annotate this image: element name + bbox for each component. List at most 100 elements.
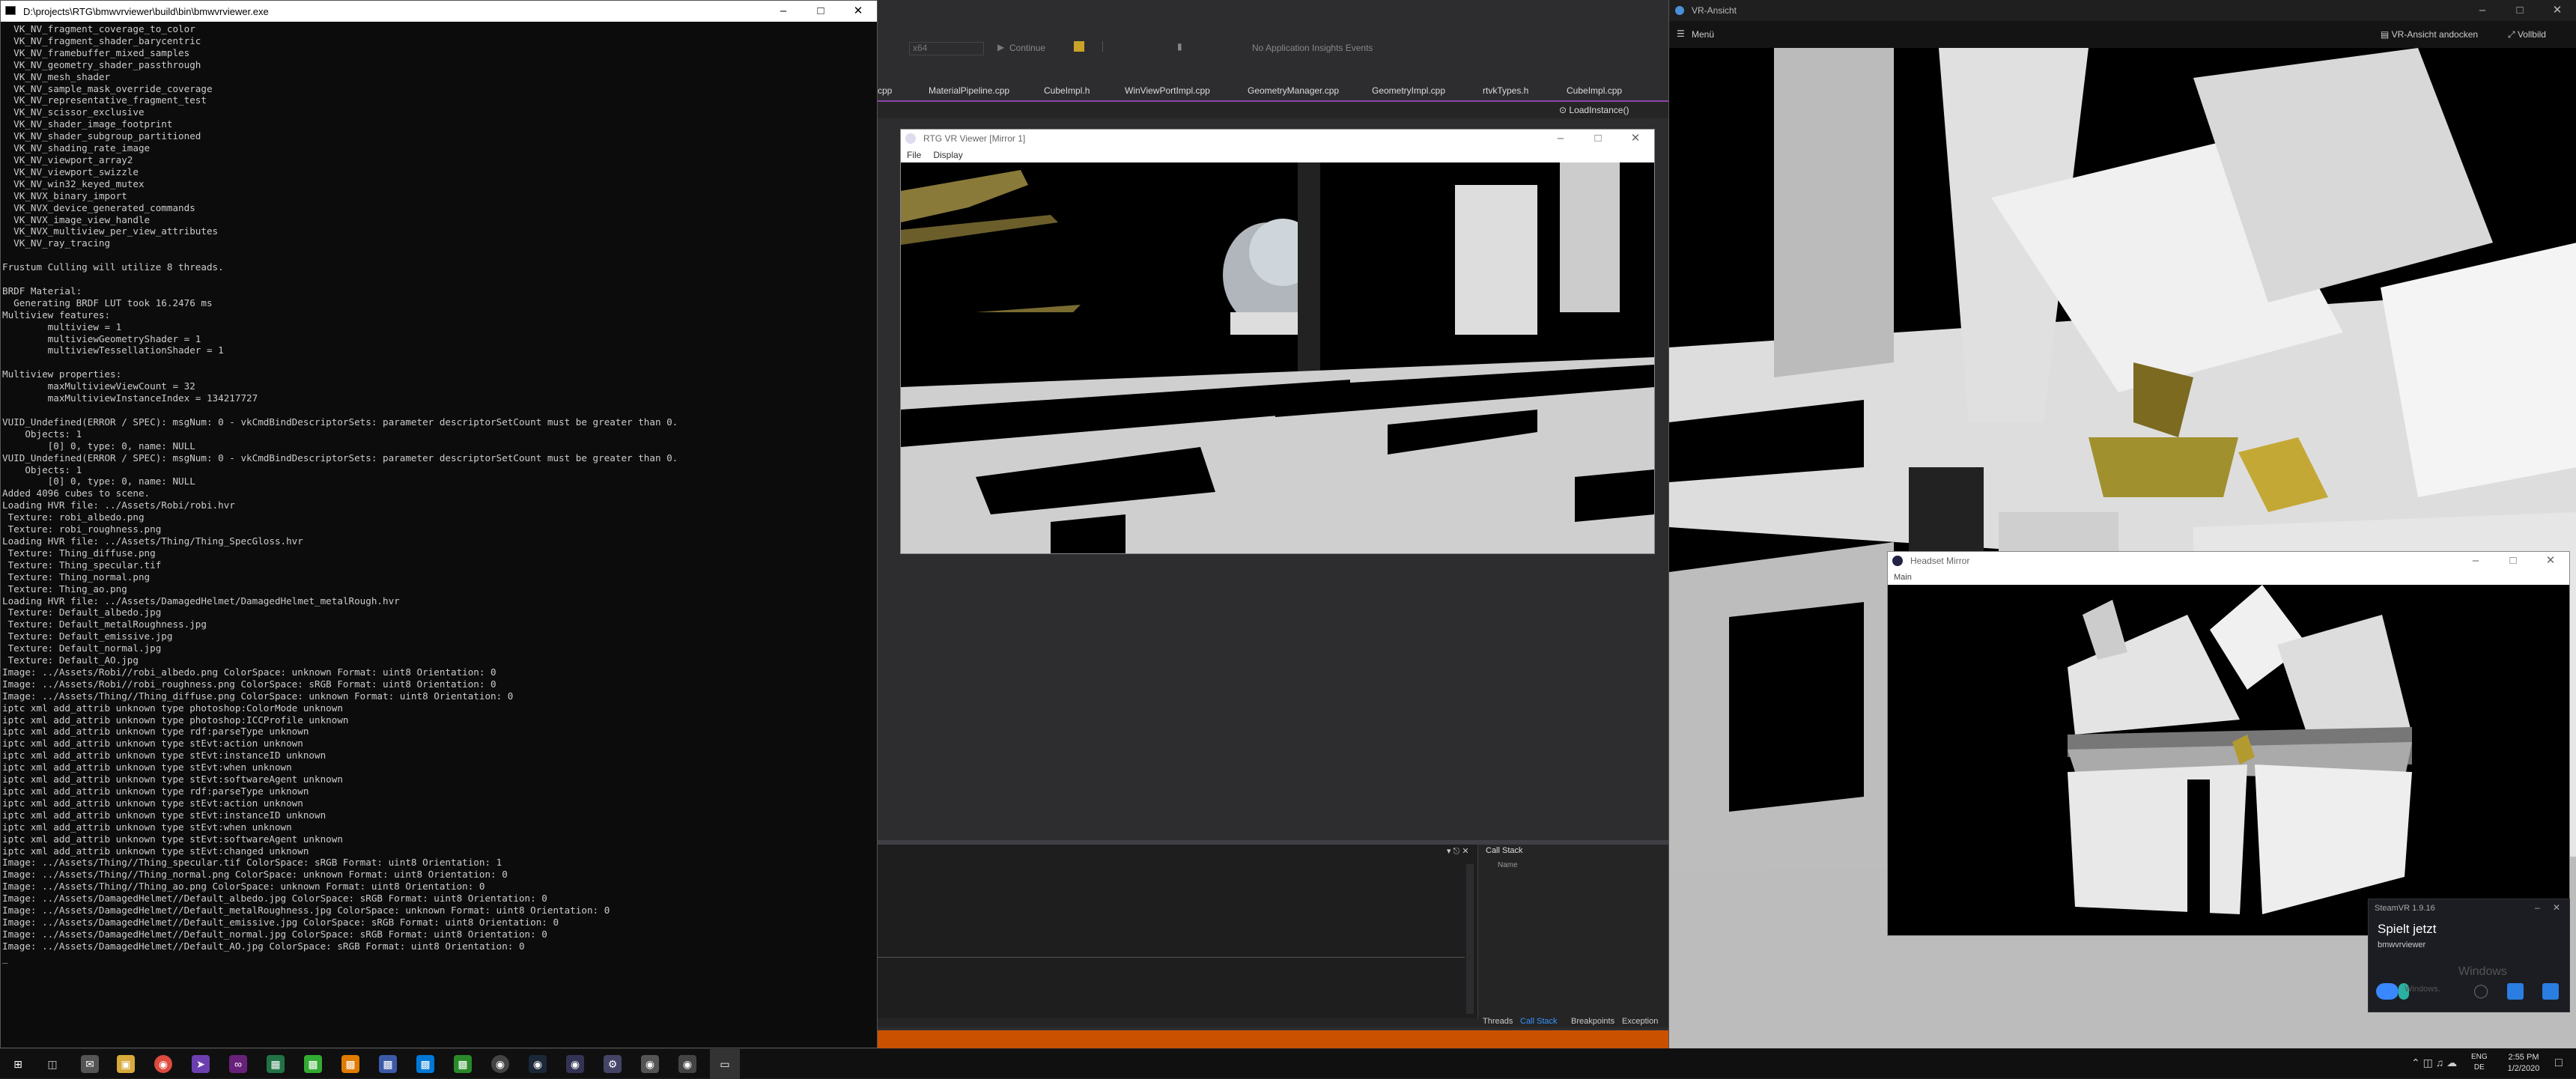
document-tab[interactable]: rtvkTypes.h (1483, 85, 1528, 96)
mail-icon[interactable]: ✉ (81, 1055, 99, 1073)
rtg-title-bar[interactable]: RTG VR Viewer [Mirror 1] – □ ✕ (901, 130, 1654, 148)
vr-menu-button[interactable]: Menü (1692, 29, 1714, 40)
console-line: VUID_Undefined(ERROR / SPEC): msgNum: 0 … (2, 452, 678, 463)
windows-start-icon[interactable]: ⊞ (9, 1055, 27, 1073)
headset-mirror-window[interactable]: Headset Mirror – □ ✕ Main (1887, 551, 2570, 936)
call-stack-title: Call Stack (1486, 846, 1523, 855)
windows-watermark: Windows (2458, 965, 2507, 978)
input-language[interactable]: ENG DE (2471, 1052, 2488, 1073)
chrome-icon[interactable]: ◉ (154, 1055, 172, 1073)
steamvr-icon[interactable]: ◉ (566, 1055, 584, 1073)
insights-button[interactable]: No Application Insights Events (1252, 43, 1373, 53)
rtg-scene-graphic (901, 162, 1654, 553)
close-icon[interactable]: ✕ (2532, 552, 2569, 570)
steamvr-status-popup[interactable]: SteamVR 1.9.16 – ✕ Spielt jetzt bmwvrvie… (2368, 899, 2570, 1012)
console-taskbar-button[interactable]: ▭ (710, 1049, 740, 1079)
app-icon[interactable]: ▩ (379, 1055, 397, 1073)
notifications-icon[interactable]: □ (2555, 1057, 2563, 1070)
platform-dropdown[interactable]: x64 (909, 42, 984, 55)
minimize-icon[interactable]: – (765, 1, 802, 22)
console-window[interactable]: D:\projects\RTG\bmwvrviewer\build\bin\bm… (0, 0, 878, 1048)
rtg-viewer-window[interactable]: RTG VR Viewer [Mirror 1] – □ ✕ File Displa… (900, 129, 1655, 554)
minimize-icon[interactable]: – (2535, 902, 2540, 913)
headset-title: Headset Mirror (1910, 556, 1970, 566)
debug-toolbar-icons[interactable] (1102, 41, 1147, 52)
close-icon[interactable]: ✕ (839, 1, 877, 22)
minimize-icon[interactable]: – (2457, 552, 2494, 570)
close-icon[interactable]: ✕ (1617, 130, 1654, 148)
app-icon[interactable]: ⚙ (604, 1055, 622, 1073)
menu-display[interactable]: Display (933, 150, 962, 160)
document-tab[interactable]: MaterialPipeline.cpp (929, 85, 1009, 96)
menu-main[interactable]: Main (1894, 573, 1912, 582)
rtg-title: RTG VR Viewer [Mirror 1] (923, 133, 1026, 144)
document-tab[interactable]: CubeImpl.h (1044, 85, 1090, 96)
app-icon[interactable]: ▩ (416, 1055, 434, 1073)
vr-title-bar[interactable]: VR-Ansicht – □ ✕ (1669, 0, 2576, 21)
visual-studio-icon[interactable]: ∞ (229, 1055, 247, 1073)
hamburger-icon[interactable]: ☰ (1677, 28, 1685, 39)
app-icon[interactable]: ◉ (678, 1055, 696, 1073)
excel-icon[interactable]: ▦ (267, 1055, 285, 1073)
tray-icons[interactable]: ⌃ ◫ ♫ ☁ (2411, 1057, 2457, 1069)
vs-document-tabs: cpp MaterialPipeline.cpp CubeImpl.h WinView… (878, 81, 1670, 102)
close-icon[interactable]: ✕ (2553, 902, 2560, 913)
console-line: iptc xml add_attrib unknown type stEvt:w… (2, 821, 292, 833)
member-dropdown[interactable]: ⊙ LoadInstance() (1559, 105, 1629, 115)
document-tab[interactable]: cpp (878, 85, 892, 96)
keyboard-layout: DE (2473, 1063, 2485, 1072)
minimize-icon[interactable]: – (2464, 0, 2501, 21)
app-icon[interactable]: ▩ (341, 1055, 359, 1073)
console-line: iptc xml add_attrib unknown type stEvt:s… (2, 773, 343, 785)
panel-pin-icon[interactable]: ▾ ⎋ ✕ (1447, 846, 1469, 857)
toolbar-icon[interactable] (1074, 41, 1084, 52)
console-title-bar[interactable]: D:\projects\RTG\bmwvrviewer\build\bin\bm… (1, 1, 877, 22)
steamvr-icon (1675, 6, 1684, 15)
member-label: LoadInstance() (1569, 105, 1629, 115)
vs-toolbar: x64 ▶ Continue ▮ No Application Insights… (878, 37, 1670, 60)
bookmark-icon[interactable]: ▮ (1177, 41, 1182, 52)
debug-tab[interactable]: Threads (1483, 1017, 1513, 1026)
console-line: [0] 0, type: 0, name: NULL (2, 475, 195, 487)
clock[interactable]: 2:55 PM 1/2/2020 (2497, 1052, 2551, 1075)
console-line: iptc xml add_attrib unknown type photosh… (2, 702, 343, 714)
console-line: Texture: Default_albedo.jpg (2, 607, 162, 618)
headset-render-viewport[interactable] (1888, 585, 2569, 935)
steam-icon[interactable]: ◉ (529, 1055, 547, 1073)
maximize-icon[interactable]: □ (1579, 130, 1617, 148)
close-icon[interactable]: ✕ (2539, 0, 2576, 21)
maximize-icon[interactable]: □ (2494, 552, 2532, 570)
rtg-render-viewport[interactable] (901, 162, 1654, 553)
app-icon[interactable]: ◉ (491, 1055, 509, 1073)
document-tab[interactable]: GeometryImpl.cpp (1372, 85, 1445, 96)
console-line: multiviewGeometryShader = 1 (2, 332, 201, 344)
continue-button[interactable]: Continue (1009, 43, 1045, 53)
maximize-icon[interactable]: □ (802, 1, 839, 22)
console-line: Image: ../Assets/Robi//robi_roughness.pn… (2, 678, 496, 690)
vs-code-icon[interactable]: ➤ (192, 1055, 210, 1073)
dock-button[interactable]: ▤ VR-Ansicht andocken (2381, 29, 2478, 40)
debug-tab[interactable]: Call Stack (1520, 1017, 1558, 1026)
console-line: Image: ../Assets/Thing//Thing_specular.t… (2, 857, 502, 869)
minimize-icon[interactable]: – (1542, 130, 1579, 148)
document-tab[interactable]: CubeImpl.cpp (1567, 85, 1622, 96)
maximize-icon[interactable]: □ (2501, 0, 2539, 21)
app-icon[interactable]: ▩ (454, 1055, 472, 1073)
scrollbar[interactable] (1466, 864, 1474, 1014)
console-line: BRDF Material: (2, 285, 82, 297)
play-icon[interactable]: ▶ (997, 42, 1004, 52)
app-icon[interactable]: ▩ (304, 1055, 322, 1073)
debug-tab[interactable]: Exception (1622, 1017, 1658, 1026)
file-explorer-icon[interactable]: ▣ (117, 1055, 135, 1073)
document-tab[interactable]: GeometryManager.cpp (1248, 85, 1339, 96)
document-tab[interactable]: WinViewPortImpl.cpp (1125, 85, 1210, 96)
menu-file[interactable]: File (907, 150, 921, 160)
task-view-icon[interactable]: ◫ (43, 1055, 61, 1073)
console-output: VK_NV_fragment_coverage_to_color VK_NV_f… (2, 23, 678, 964)
headset-title-bar[interactable]: Headset Mirror – □ ✕ (1888, 552, 2569, 570)
app-icon[interactable]: ◉ (641, 1055, 659, 1073)
debug-tab[interactable]: Breakpoints (1571, 1017, 1614, 1026)
console-line: Texture: Default_emissive.jpg (2, 630, 173, 642)
fullscreen-button[interactable]: ⤢ Vollbild (2508, 29, 2546, 40)
